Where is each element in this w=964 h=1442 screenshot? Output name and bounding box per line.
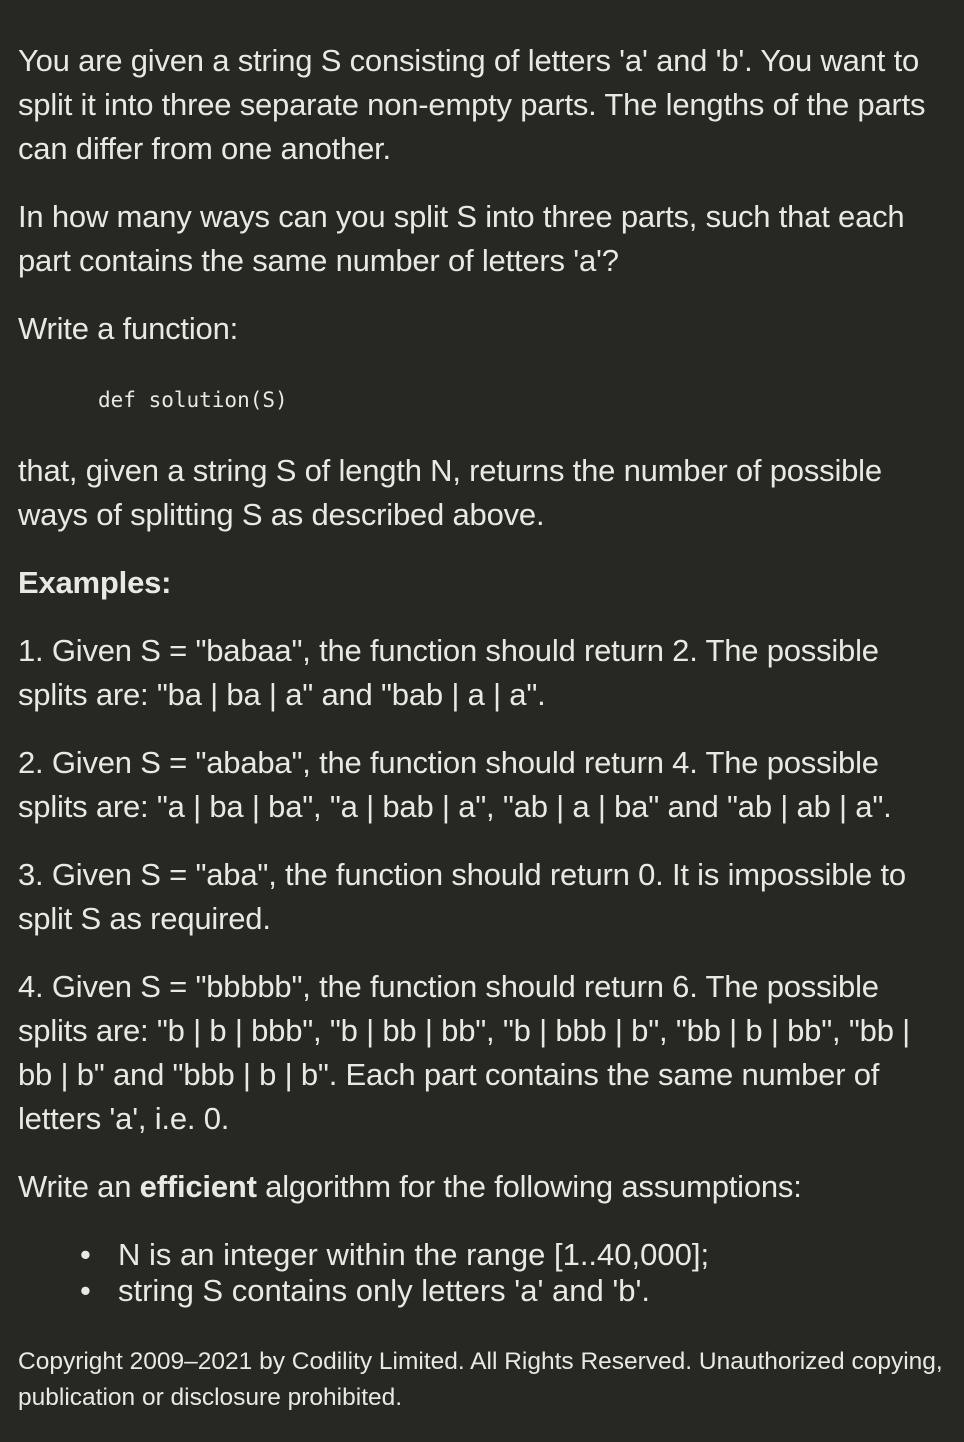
- list-item: • string S contains only letters 'a' and …: [80, 1273, 940, 1309]
- assumption-text: string S contains only letters 'a' and '…: [118, 1273, 651, 1308]
- example-1: 1. Given S = "babaa", the function shoul…: [18, 633, 879, 712]
- efficient-text-after: algorithm for the following assumptions:: [256, 1169, 802, 1204]
- task-description: You are given a string S consisting of l…: [0, 0, 964, 1442]
- assumption-text: N is an integer within the range [1..40,…: [118, 1237, 710, 1272]
- examples-heading: Examples:: [18, 565, 172, 600]
- efficient-paragraph: Write an efficient algorithm for the fol…: [18, 1165, 948, 1209]
- function-signature: def solution(S): [98, 388, 288, 412]
- example-2: 2. Given S = "ababa", the function shoul…: [18, 745, 892, 824]
- bullet-icon: •: [80, 1237, 91, 1272]
- list-item: • N is an integer within the range [1..40…: [80, 1237, 940, 1273]
- bullet-icon: •: [80, 1273, 91, 1308]
- description-paragraph: that, given a string S of length N, retu…: [18, 453, 882, 532]
- assumptions-list: • N is an integer within the range [1..40…: [80, 1237, 940, 1309]
- example-4: 4. Given S = "bbbbb", the function shoul…: [18, 969, 911, 1136]
- efficient-bold-word: efficient: [139, 1169, 257, 1204]
- example-3: 3. Given S = "aba", the function should …: [18, 857, 906, 936]
- question-paragraph: In how many ways can you split S into th…: [18, 199, 905, 278]
- intro-paragraph: You are given a string S consisting of l…: [18, 43, 926, 166]
- copyright-notice: Copyright 2009–2021 by Codility Limited.…: [18, 1348, 943, 1411]
- efficient-text-before: Write an: [18, 1169, 140, 1204]
- write-function-label: Write a function:: [18, 311, 239, 346]
